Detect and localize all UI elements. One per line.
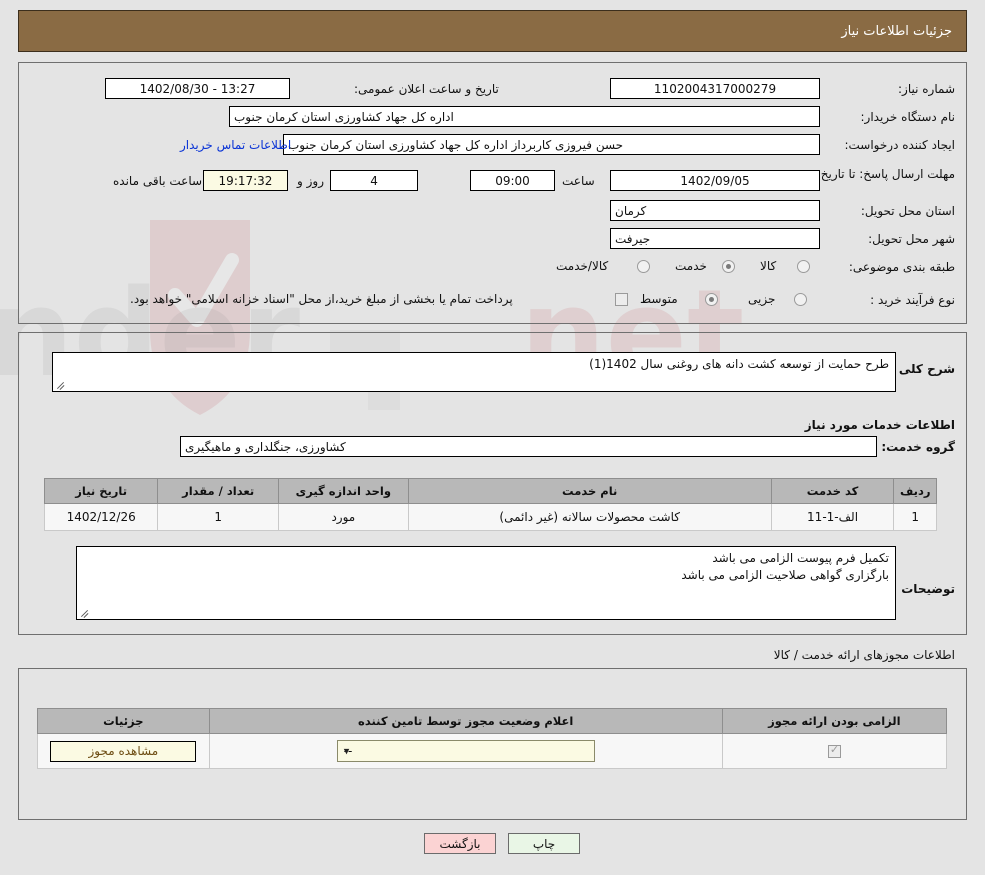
col-quantity: تعداد / مقدار (157, 478, 279, 504)
field-deadline-date[interactable]: 1402/09/05 (610, 170, 820, 191)
radio-classification-kala-khedmat[interactable] (637, 260, 650, 273)
label-islamic-treasury-bonds: پرداخت تمام یا بخشی از مبلغ خرید،از محل … (130, 292, 513, 306)
radio-classification-khedmat[interactable] (722, 260, 735, 273)
col-service-code: کد خدمت (770, 478, 895, 504)
radio-purchase-jozee[interactable] (794, 293, 807, 306)
services-table: ردیف کد خدمت نام خدمت واحد اندازه گیری ت… (43, 478, 937, 531)
permits-section-title: اطلاعات مجوزهای ارائه خدمت / کالا (773, 648, 955, 662)
label-classification: طبقه بندی موضوعی: (848, 260, 955, 274)
radio-label-purchase-jozee: جزیی (748, 292, 776, 306)
chevron-down-icon: ▾ (343, 744, 350, 758)
field-city[interactable]: جیرفت (610, 228, 820, 249)
label-deadline: مهلت ارسال پاسخ: تا تاریخ: (815, 166, 955, 182)
field-service-group[interactable]: کشاورزی، جنگلداری و ماهیگیری (180, 436, 877, 457)
col-unit: واحد اندازه گیری (277, 478, 409, 504)
textarea-buyer-notes[interactable]: تکمیل فرم پیوست الزامی می باشد بارگزاری … (76, 546, 896, 620)
cell-unit: مورد (277, 503, 409, 531)
field-buyer-org[interactable]: اداره کل جهاد کشاورزی استان کرمان جنوب (229, 106, 820, 127)
label-requester: ایجاد کننده درخواست: (844, 138, 955, 152)
permits-table: الزامی بودن ارائه مجوز اعلام وضعیت مجوز … (37, 708, 948, 769)
label-days-and: روز و (297, 174, 324, 188)
field-deadline-hour[interactable]: 09:00 (470, 170, 555, 191)
buyer-contact-link[interactable]: اطلاعات تماس خریدار (180, 138, 291, 152)
buyer-notes-line-1: تکمیل فرم پیوست الزامی می باشد (712, 551, 889, 565)
label-service-group: گروه خدمت: (881, 440, 955, 454)
field-requester[interactable]: حسن فیروزی کاربرداز اداره کل جهاد کشاورز… (283, 134, 820, 155)
cell-row-no: 1 (893, 503, 937, 531)
cell-permit-required (721, 733, 948, 769)
label-province: استان محل تحویل: (860, 204, 955, 218)
label-buyer-org: نام دستگاه خریدار: (860, 110, 956, 124)
resize-grip-icon[interactable] (56, 380, 66, 390)
cell-permit-details: مشاهده مجوز (37, 733, 210, 769)
page-header: جزئیات اطلاعات نیاز (18, 10, 967, 52)
resize-grip-icon[interactable] (80, 608, 90, 618)
field-days-remaining[interactable]: 4 (330, 170, 418, 191)
label-city: شهر محل تحویل: (868, 232, 955, 246)
col-permit-required: الزامی بودن ارائه مجوز (721, 708, 948, 734)
cell-service-code: الف-1-11 (770, 503, 895, 531)
checkbox-islamic-treasury-bonds[interactable] (615, 293, 628, 306)
field-announce-datetime[interactable]: 13:27 - 1402/08/30 (105, 78, 290, 99)
label-announce-datetime: تاریخ و ساعت اعلان عمومی: (354, 82, 499, 96)
col-need-date: تاریخ نیاز (43, 478, 159, 504)
col-row-no: ردیف (893, 478, 937, 504)
col-service-name: نام خدمت (407, 478, 772, 504)
field-province[interactable]: کرمان (610, 200, 820, 221)
cell-need-date: 1402/12/26 (43, 503, 159, 531)
cell-service-name: کاشت محصولات سالانه (غیر دائمی) (407, 503, 772, 531)
radio-purchase-motavaset[interactable] (705, 293, 718, 306)
cell-permit-status: ▾ -- (208, 733, 723, 769)
textarea-need-summary[interactable]: طرح حمایت از توسعه کشت دانه های روغنی سا… (52, 352, 896, 392)
page-title: جزئیات اطلاعات نیاز (841, 23, 952, 39)
label-hours-remaining: ساعت باقی مانده (113, 174, 203, 188)
back-button[interactable]: بازگشت (424, 833, 496, 854)
col-permit-details: جزئیات (37, 708, 210, 734)
cell-quantity: 1 (157, 503, 279, 531)
print-button[interactable]: چاپ (508, 833, 580, 854)
services-table-header-row: ردیف کد خدمت نام خدمت واحد اندازه گیری ت… (43, 478, 937, 504)
permits-table-header-row: الزامی بودن ارائه مجوز اعلام وضعیت مجوز … (37, 708, 948, 734)
checkbox-permit-required (827, 743, 841, 758)
need-summary-text: طرح حمایت از توسعه کشت دانه های روغنی سا… (589, 357, 889, 371)
buyer-notes-line-2: بارگزاری گواهی صلاحیت الزامی می باشد (681, 568, 889, 582)
radio-label-classification-kala-khedmat: کالا/خدمت (556, 259, 609, 273)
label-hour: ساعت (562, 174, 595, 188)
radio-label-classification-khedmat: خدمت (675, 259, 707, 273)
need-info-panel (18, 62, 967, 324)
col-permit-status: اعلام وضعیت مجوز توسط تامین کننده (208, 708, 723, 734)
radio-label-classification-kala: کالا (760, 259, 777, 273)
label-deadline-text: مهلت ارسال پاسخ: تا تاریخ: (816, 167, 955, 181)
field-need-number[interactable]: 1102004317000279 (610, 78, 820, 99)
select-permit-status[interactable]: ▾ -- (336, 740, 595, 762)
services-section-title: اطلاعات خدمات مورد نیاز (804, 418, 955, 432)
radio-classification-kala[interactable] (797, 260, 810, 273)
label-need-number: شماره نیاز: (898, 82, 955, 96)
view-permit-button[interactable]: مشاهده مجوز (50, 740, 197, 762)
label-purchase-type: نوع فرآیند خرید : (870, 293, 955, 307)
table-row: ▾ -- مشاهده مجوز (37, 733, 948, 769)
table-row: 1 الف-1-11 کاشت محصولات سالانه (غیر دائم… (43, 503, 937, 531)
field-countdown-timer: 19:17:32 (203, 170, 288, 191)
radio-label-purchase-motavaset: متوسط (640, 292, 678, 306)
